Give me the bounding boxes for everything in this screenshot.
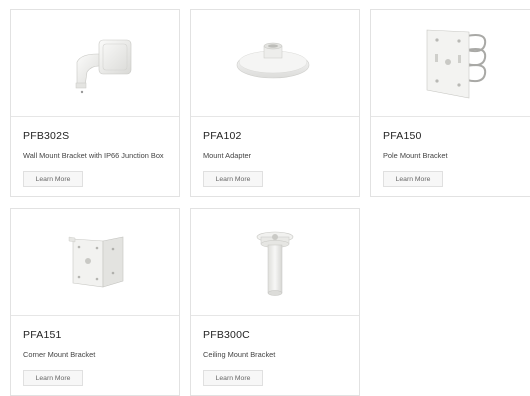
product-card-pfb300c[interactable]: PFB300C Ceiling Mount Bracket Learn More: [190, 208, 360, 396]
product-model: PFB300C: [203, 329, 250, 341]
product-model: PFA102: [203, 130, 242, 142]
learn-more-button[interactable]: Learn More: [383, 171, 443, 187]
product-card-pfa151[interactable]: PFA151 Corner Mount Bracket Learn More: [10, 208, 180, 396]
mount-adapter-icon: [236, 42, 310, 79]
product-description: Pole Mount Bracket: [383, 151, 448, 160]
learn-more-button[interactable]: Learn More: [203, 171, 263, 187]
product-model: PFA150: [383, 130, 422, 142]
learn-more-button[interactable]: Learn More: [203, 370, 263, 386]
ceiling-mount-bracket-icon: [256, 231, 294, 296]
product-model: PFB302S: [23, 130, 70, 142]
product-description: Ceiling Mount Bracket: [203, 350, 276, 359]
product-image[interactable]: [11, 209, 179, 316]
pole-mount-bracket-icon: [426, 29, 487, 99]
wall-mount-bracket-icon: [75, 39, 132, 94]
product-image[interactable]: [191, 10, 359, 117]
learn-more-button[interactable]: Learn More: [23, 171, 83, 187]
product-image[interactable]: [11, 10, 179, 117]
learn-more-button[interactable]: Learn More: [23, 370, 83, 386]
corner-mount-bracket-icon: [68, 236, 124, 288]
product-description: Wall Mount Bracket with IP66 Junction Bo…: [23, 151, 164, 160]
product-card-pfa102[interactable]: PFA102 Mount Adapter Learn More: [190, 9, 360, 197]
product-image[interactable]: [191, 209, 359, 316]
product-image[interactable]: [371, 10, 530, 117]
product-card-pfa150[interactable]: PFA150 Pole Mount Bracket Learn More: [370, 9, 530, 197]
product-description: Corner Mount Bracket: [23, 350, 96, 359]
product-model: PFA151: [23, 329, 62, 341]
product-card-pfb302s[interactable]: PFB302S Wall Mount Bracket with IP66 Jun…: [10, 9, 180, 197]
product-description: Mount Adapter: [203, 151, 252, 160]
